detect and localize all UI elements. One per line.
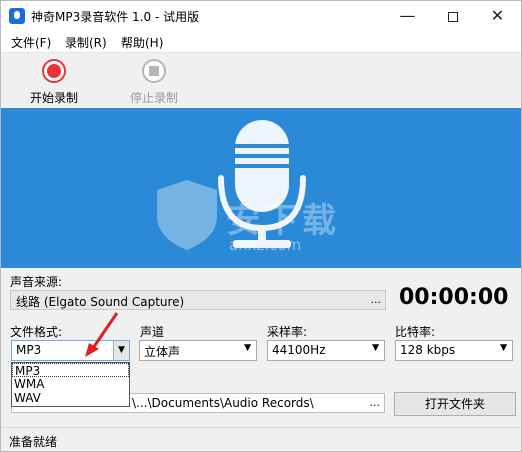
output-path-value: \...\Documents\Audio Records\	[132, 396, 314, 410]
bitrate-select[interactable]: 128 kbps ▼	[395, 340, 513, 361]
samplerate-value: 44100Hz	[272, 343, 326, 357]
maximize-button[interactable]	[430, 1, 475, 31]
format-label: 文件格式:	[10, 325, 63, 339]
chevron-down-icon: ▼	[244, 343, 251, 353]
stop-record-button[interactable]: 停止录制	[127, 59, 181, 106]
format-dropdown-list: MP3 WMA WAV	[11, 362, 130, 407]
output-browse-button[interactable]: ...	[370, 396, 381, 409]
toolbar: 开始录制 停止录制	[1, 53, 521, 108]
source-field: 线路 (Elgato Sound Capture) ...	[10, 290, 386, 310]
close-button[interactable]: ✕	[475, 1, 520, 31]
start-record-button[interactable]: 开始录制	[29, 59, 79, 106]
bitrate-label: 比特率:	[395, 325, 436, 339]
watermark-domain: anxz.com	[229, 236, 302, 254]
window-title: 神奇MP3录音软件 1.0 - 试用版	[31, 10, 200, 24]
status-bar: 准备就绪	[1, 427, 521, 451]
format-option-mp3[interactable]: MP3	[12, 363, 129, 378]
format-value: MP3	[16, 343, 42, 357]
source-value: 线路 (Elgato Sound Capture)	[16, 295, 185, 309]
watermark-text: 安下载	[226, 201, 340, 241]
open-folder-button[interactable]: 打开文件夹	[394, 392, 516, 416]
app-window: 神奇MP3录音软件 1.0 - 试用版 — ✕ 文件(F) 录制(R) 帮助(H…	[0, 0, 522, 452]
source-browse-button[interactable]: ...	[371, 293, 382, 306]
channel-value: 立体声	[144, 345, 181, 359]
stop-record-label: 停止录制	[129, 91, 178, 105]
samplerate-select[interactable]: 44100Hz ▼	[267, 340, 385, 361]
title-bar: 神奇MP3录音软件 1.0 - 试用版 — ✕	[1, 1, 521, 31]
chevron-down-icon: ▼	[500, 343, 507, 353]
microphone-banner: 安下载 anxz.com	[1, 108, 521, 268]
menu-help[interactable]: 帮助(H)	[121, 34, 163, 51]
annotation-arrow-icon	[85, 312, 119, 357]
samplerate-label: 采样率:	[267, 325, 308, 339]
chevron-down-icon: ▼	[372, 343, 379, 353]
channel-select[interactable]: 立体声 ▼	[139, 340, 257, 361]
format-option-wma[interactable]: WMA	[12, 377, 129, 391]
status-text: 准备就绪	[9, 435, 58, 449]
menu-record[interactable]: 录制(R)	[65, 34, 107, 51]
start-record-label: 开始录制	[29, 91, 78, 105]
menu-bar: 文件(F) 录制(R) 帮助(H)	[1, 31, 521, 53]
record-timer: 00:00:00	[399, 285, 509, 310]
maximize-icon	[447, 11, 458, 22]
menu-file[interactable]: 文件(F)	[11, 34, 51, 51]
channel-label: 声道	[140, 325, 165, 339]
app-microphone-icon	[9, 8, 25, 24]
stop-icon	[142, 59, 166, 83]
format-option-wav[interactable]: WAV	[12, 391, 129, 405]
minimize-button[interactable]: —	[385, 1, 430, 31]
source-label: 声音来源:	[10, 275, 63, 289]
watermark-shield-icon	[157, 180, 217, 250]
record-icon	[42, 59, 66, 83]
bitrate-value: 128 kbps	[400, 343, 456, 357]
